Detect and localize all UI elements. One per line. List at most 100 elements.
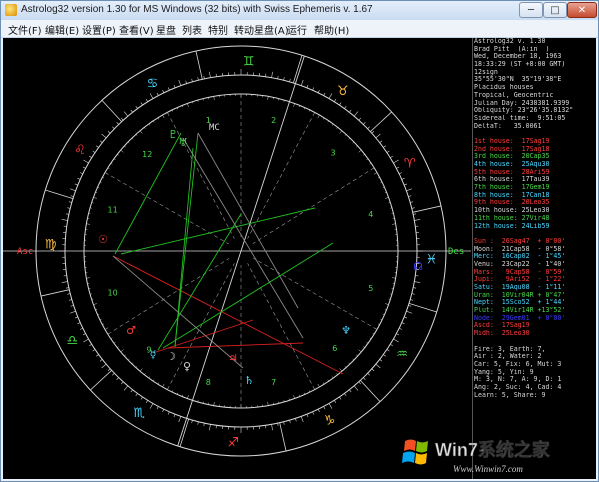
planet-position-line: Node: 29Gem01 + 0°00'	[474, 314, 566, 322]
sign-boundary-line	[292, 55, 303, 84]
chart-header-line: 18:33:29 (ST +8:00 GMT)	[474, 61, 566, 69]
degree-tick	[334, 400, 337, 403]
house-degree-tick	[344, 366, 347, 368]
degree-tick	[406, 310, 413, 314]
degree-tick	[79, 327, 83, 330]
degree-tick	[349, 109, 352, 113]
degree-tick	[167, 87, 170, 91]
menu-file[interactable]: 文件(F)	[8, 22, 42, 37]
degree-tick	[404, 183, 408, 186]
house-degree-tick	[339, 368, 343, 372]
degree-tick	[408, 195, 412, 197]
element-summary-line: M: 3, N: 7, A: 9, D: 1	[474, 376, 562, 384]
zodiac-sign-icon: ♌	[74, 143, 86, 158]
planet-icon: ♅	[178, 136, 188, 149]
menu-run[interactable]: 运行	[287, 22, 307, 37]
planet-icon: ☿	[150, 348, 157, 361]
panel-divider	[472, 38, 473, 479]
menu-rotate-chart[interactable]: 转动星盘(A)	[234, 22, 289, 37]
degree-tick	[386, 349, 390, 352]
degree-tick	[112, 373, 115, 376]
degree-tick	[135, 393, 138, 396]
house-degree-tick	[93, 197, 97, 199]
degree-tick	[399, 172, 403, 175]
degree-tick	[277, 423, 279, 427]
degree-tick	[283, 421, 285, 425]
chart-info-panel: Astrolog32 v. 1.30 Brad Pitt (A:in ) Wed, …	[474, 38, 596, 479]
house-degree-tick	[135, 134, 138, 136]
degree-tick	[191, 78, 193, 82]
chart-canvas[interactable]: ♑ ♒ ♓ ♈ ♉ ♊ ♋ ♌ ♍ ♎ ♏ ♐ 11 12 1 2 3 4 5 6 7 8 9 10 Asc Des MC ☉ ☽ ☿ ♀ ♂…	[3, 38, 596, 479]
degree-tick	[89, 344, 92, 347]
degree-tick	[121, 381, 124, 385]
degree-tick	[379, 359, 383, 362]
maximize-button[interactable]: □	[543, 2, 567, 18]
house-degree-tick	[363, 346, 365, 348]
sign-boundary-line	[279, 422, 287, 452]
house-degree-tick	[162, 383, 165, 388]
menu-special[interactable]: 特别	[208, 22, 228, 37]
menu-view[interactable]: 查看(V)	[119, 22, 154, 37]
zodiac-sign-icon: ♊	[243, 55, 255, 70]
degree-tick	[74, 183, 78, 186]
house-degree-tick	[385, 303, 389, 305]
degree-tick	[339, 102, 342, 106]
degree-tick	[61, 281, 68, 283]
zodiac-sign-icon: ♎	[67, 334, 79, 349]
degree-tick	[289, 420, 291, 424]
win7-watermark-logo: Win7系统之家 Www.Winwin7.com	[402, 439, 551, 474]
menu-chart[interactable]: 星盘	[156, 22, 176, 37]
degree-tick	[96, 354, 99, 357]
zodiac-sign-icon: ♑	[324, 414, 336, 429]
house-degree-tick	[267, 402, 269, 406]
house-degree-tick	[352, 141, 355, 144]
degree-tick	[191, 420, 193, 424]
degree-tick	[390, 344, 393, 347]
element-summary-line: Car: 5, Fix: 6, Mut: 3	[474, 360, 562, 368]
sign-boundary-line	[412, 205, 442, 213]
degree-tick	[271, 71, 273, 78]
menu-bar: 文件(F) 编辑(E) 设置(P) 查看(V) 星盘 列表 特别 转动星盘(A)…	[1, 20, 598, 38]
menu-list[interactable]: 列表	[182, 22, 202, 37]
windows-flag-icon	[402, 439, 428, 465]
house-degree-tick	[392, 277, 396, 279]
house-number-label: 12	[142, 150, 152, 159]
house-degree-tick	[363, 154, 365, 156]
midheaven-label: MC	[209, 123, 220, 133]
chart-header-line: Tropical, Geocentric	[474, 91, 554, 99]
natal-chart-wheel[interactable]: ♑♒♓♈♉♊♋♌♍♎♏♐11121 2345678910Asc DesMC☉☽☿♀♂…	[3, 38, 471, 479]
menu-edit[interactable]: 编辑(E)	[45, 22, 79, 37]
degree-tick	[411, 293, 415, 295]
degree-tick	[413, 213, 417, 215]
degree-tick	[167, 411, 170, 415]
minimize-button[interactable]: ─	[519, 2, 543, 18]
menu-settings[interactable]: 设置(P)	[82, 22, 116, 37]
aspect-line	[167, 342, 304, 349]
degree-tick	[353, 385, 359, 391]
house-degree-tick	[385, 197, 389, 199]
degree-tick	[140, 102, 143, 106]
close-button[interactable]: ✕	[567, 2, 597, 18]
house-degree-tick	[117, 346, 119, 348]
house-degree-tick	[308, 109, 311, 112]
degree-tick	[70, 305, 74, 307]
house-degree-tick	[162, 114, 165, 119]
degree-tick	[317, 89, 320, 93]
house-cusp-line: 4th house: 25Aqu30	[474, 161, 550, 168]
degree-tick	[383, 354, 386, 357]
house-cusp-line: 2nd house: 17Sag18	[474, 145, 550, 153]
house-degree-tick	[86, 223, 90, 225]
house-degree-tick	[124, 354, 126, 357]
house-cusp-line: 11th house: 27Vir48	[474, 214, 550, 222]
aspect-line	[120, 207, 316, 255]
degree-tick	[123, 385, 129, 391]
menu-help[interactable]: 帮助(H)	[314, 22, 349, 37]
house-degree-tick	[187, 103, 189, 107]
planet-position-line: Midh: 25Leo30	[474, 330, 530, 338]
title-bar[interactable]: Astrolog32 version 1.30 for MS Windows (…	[1, 1, 598, 20]
chart-header-line: Brad Pitt (A:in )	[474, 45, 550, 53]
house-number-label: 2	[271, 116, 276, 125]
degree-tick	[295, 418, 297, 422]
house-degree-tick	[117, 154, 119, 156]
